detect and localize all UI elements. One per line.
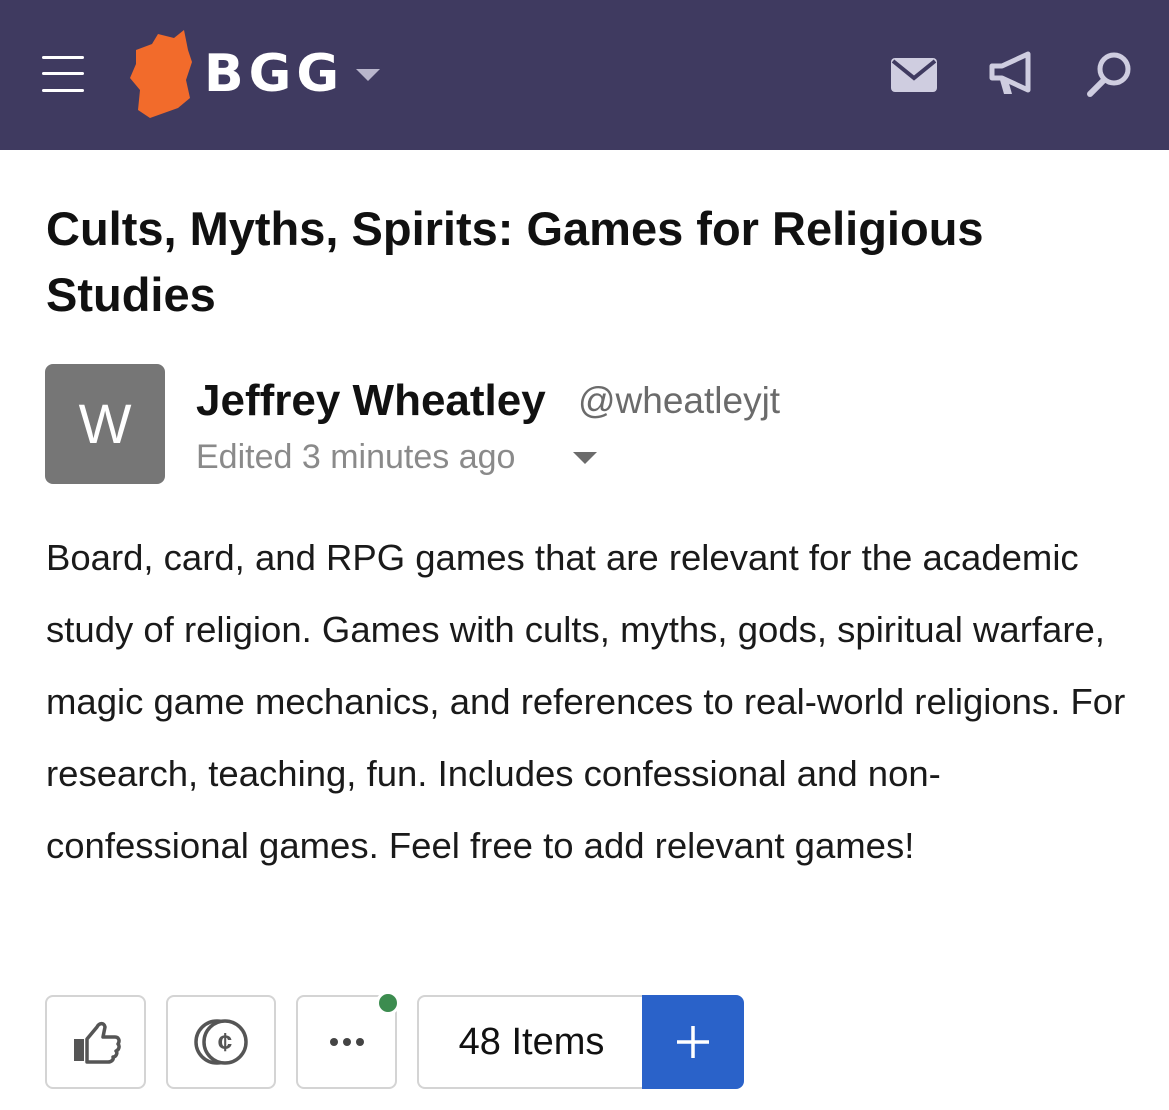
like-button[interactable]	[45, 995, 146, 1089]
chevron-down-icon[interactable]	[354, 66, 382, 84]
chevron-down-icon[interactable]	[572, 450, 598, 466]
avatar[interactable]: W	[45, 364, 165, 484]
items-count-button[interactable]: 48 Items	[417, 995, 644, 1089]
page-title: Cults, Myths, Spirits: Games for Religio…	[46, 202, 984, 321]
more-dots-icon	[329, 1038, 364, 1046]
notification-dot	[376, 991, 400, 1015]
author-name[interactable]: Jeffrey Wheatley	[196, 374, 546, 428]
megaphone-icon[interactable]	[986, 50, 1038, 98]
bgg-logo-icon[interactable]	[128, 28, 194, 120]
hamburger-menu-icon[interactable]	[40, 54, 86, 94]
brand-name[interactable]: BGG	[204, 44, 344, 104]
author-handle[interactable]: @wheatleyjt	[578, 376, 780, 426]
search-icon[interactable]	[1084, 50, 1136, 98]
envelope-icon[interactable]	[888, 50, 940, 98]
svg-text:¢: ¢	[218, 1027, 232, 1057]
plus-icon	[677, 1026, 709, 1058]
tip-geekgold-button[interactable]: ¢	[166, 995, 276, 1089]
geeklist-description: Board, card, and RPG games that are rele…	[46, 537, 1126, 866]
top-navigation-bar: BGG	[0, 0, 1169, 150]
thumbs-up-icon	[73, 1021, 121, 1064]
edited-timestamp[interactable]: Edited 3 minutes ago	[196, 434, 515, 480]
geekgold-coin-icon: ¢	[194, 1019, 248, 1065]
add-item-button[interactable]	[642, 995, 744, 1089]
